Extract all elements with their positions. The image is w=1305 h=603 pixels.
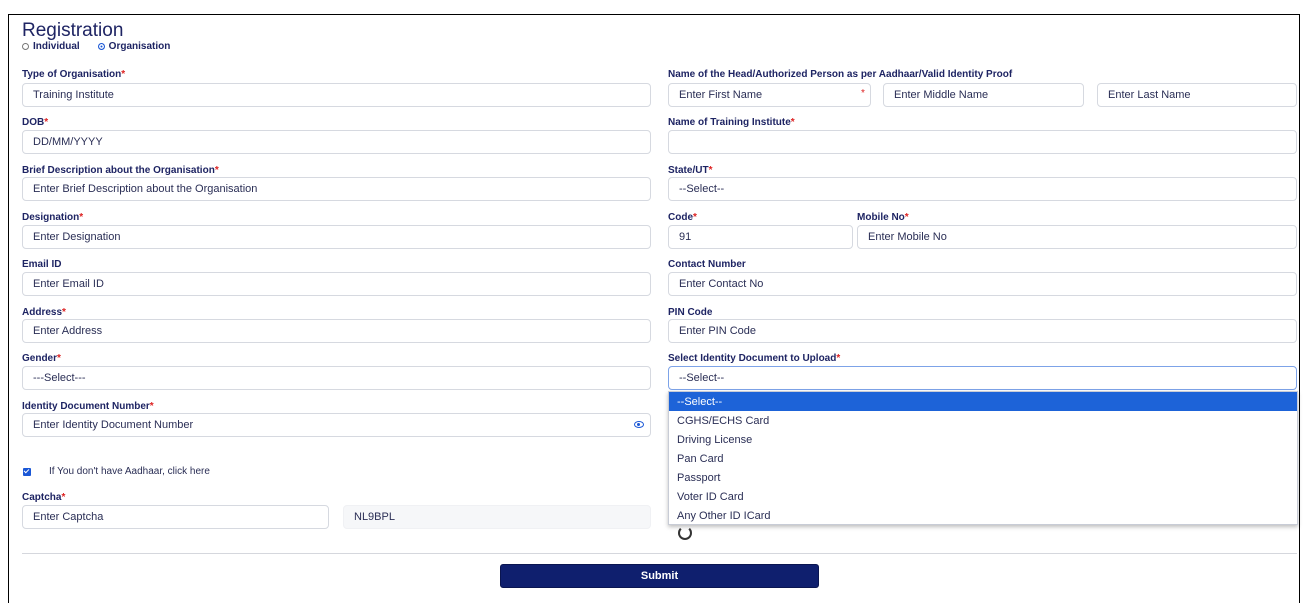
- submit-button[interactable]: Submit: [500, 564, 819, 588]
- email-input[interactable]: Enter Email ID: [22, 272, 651, 296]
- pin-code-input[interactable]: Enter PIN Code: [668, 319, 1297, 343]
- designation-label: Designation*: [22, 212, 84, 223]
- identity-document-dropdown: --Select-- CGHS/ECHS Card Driving Licens…: [668, 391, 1298, 525]
- dropdown-option[interactable]: Passport: [669, 468, 1297, 487]
- captcha-input[interactable]: Enter Captcha: [22, 505, 329, 529]
- radio-organisation-label: Organisation: [108, 41, 171, 52]
- last-name-input[interactable]: Enter Last Name: [1097, 83, 1297, 107]
- state-select[interactable]: --Select--: [668, 177, 1297, 201]
- identity-document-upload-select[interactable]: --Select--: [668, 366, 1297, 390]
- divider: [22, 553, 1297, 554]
- eye-icon[interactable]: [634, 421, 644, 428]
- radio-organisation-circle[interactable]: [97, 43, 105, 50]
- captcha-label: Captcha*: [22, 492, 66, 503]
- dropdown-option[interactable]: Voter ID Card: [669, 487, 1297, 506]
- dropdown-option[interactable]: CGHS/ECHS Card: [669, 411, 1297, 430]
- training-institute-input[interactable]: [668, 130, 1297, 154]
- mobile-input[interactable]: Enter Mobile No: [857, 225, 1297, 249]
- dropdown-option[interactable]: --Select--: [669, 392, 1297, 411]
- training-institute-label: Name of Training Institute*: [668, 117, 795, 128]
- mobile-label: Mobile No*: [857, 212, 909, 223]
- identity-document-number-label: Identity Document Number*: [22, 401, 154, 412]
- gender-label: Gender*: [22, 353, 61, 364]
- code-label: Code*: [668, 212, 697, 223]
- radio-individual[interactable]: Individual: [22, 41, 80, 52]
- dropdown-option[interactable]: Any Other ID ICard: [669, 506, 1297, 525]
- captcha-code: NL9BPL: [343, 505, 651, 529]
- brief-description-label: Brief Description about the Organisation…: [22, 165, 219, 176]
- first-name-required-mark: *: [861, 88, 865, 99]
- contact-number-label: Contact Number: [668, 259, 746, 270]
- dob-input[interactable]: DD/MM/YYYY: [22, 130, 651, 154]
- brief-description-input[interactable]: Enter Brief Description about the Organi…: [22, 177, 651, 201]
- gender-select[interactable]: ---Select---: [22, 366, 651, 390]
- email-label: Email ID: [22, 259, 62, 270]
- radio-organisation[interactable]: Organisation: [97, 41, 171, 52]
- radio-individual-circle[interactable]: [22, 43, 29, 50]
- dropdown-option[interactable]: Driving License: [669, 430, 1297, 449]
- entity-type-radio-group: Individual Organisation: [22, 41, 170, 52]
- type-of-organisation-label: Type of Organisation*: [22, 69, 126, 80]
- type-of-organisation-select[interactable]: Training Institute: [22, 83, 651, 107]
- address-input[interactable]: Enter Address: [22, 319, 651, 343]
- identity-document-upload-label: Select Identity Document to Upload*: [668, 353, 841, 364]
- aadhaar-checkbox[interactable]: [23, 468, 31, 476]
- aadhaar-checkbox-label: If You don't have Aadhaar, click here: [49, 466, 210, 477]
- state-label: State/UT*: [668, 165, 713, 176]
- dob-label: DOB*: [22, 117, 49, 128]
- dropdown-option[interactable]: Pan Card: [669, 449, 1297, 468]
- designation-input[interactable]: Enter Designation: [22, 225, 651, 249]
- address-label: Address*: [22, 307, 66, 318]
- middle-name-input[interactable]: Enter Middle Name: [883, 83, 1084, 107]
- contact-number-input[interactable]: Enter Contact No: [668, 272, 1297, 296]
- radio-individual-label: Individual: [33, 41, 80, 52]
- identity-document-number-input[interactable]: Enter Identity Document Number: [22, 413, 651, 437]
- country-code-input[interactable]: 91: [668, 225, 853, 249]
- pin-code-label: PIN Code: [668, 307, 713, 318]
- head-name-label: Name of the Head/Authorized Person as pe…: [668, 69, 1013, 80]
- page-title: Registration: [22, 20, 124, 41]
- refresh-captcha-icon[interactable]: [678, 526, 692, 540]
- first-name-input[interactable]: Enter First Name: [668, 83, 871, 107]
